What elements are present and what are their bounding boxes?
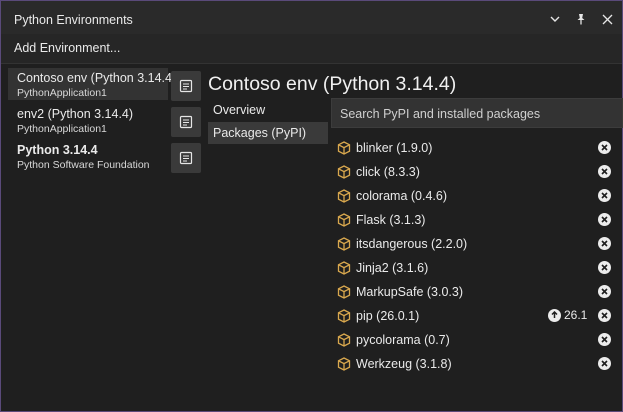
package-name: MarkupSafe (3.0.3) <box>356 285 463 299</box>
environment-overview-button[interactable] <box>171 71 201 101</box>
environment-item[interactable]: env2 (Python 3.14.4) PythonApplication1 <box>8 104 204 140</box>
package-name: Jinja2 (3.1.6) <box>356 261 429 275</box>
package-row[interactable]: MarkupSafe (3.0.3) <box>335 280 618 304</box>
remove-circle-icon[interactable] <box>598 213 611 226</box>
package-name: blinker (1.9.0) <box>356 141 433 155</box>
package-update-button[interactable]: 26.1 <box>548 308 587 322</box>
title-bar: Python Environments <box>1 1 622 34</box>
environment-item[interactable]: Contoso env (Python 3.14.4) PythonApplic… <box>8 68 204 104</box>
package-box-icon <box>337 141 351 155</box>
package-row[interactable]: Flask (3.1.3) <box>335 208 618 232</box>
environment-entry[interactable]: Contoso env (Python 3.14.4) PythonApplic… <box>8 68 177 100</box>
environment-overview-button[interactable] <box>171 143 201 173</box>
remove-circle-icon[interactable] <box>598 237 611 250</box>
chevron-down-icon[interactable] <box>548 12 562 26</box>
environment-item[interactable]: Python 3.14.4 Python Software Foundation <box>8 140 204 176</box>
package-box-icon <box>337 285 351 299</box>
package-box-icon <box>337 237 351 251</box>
remove-circle-icon[interactable] <box>598 141 611 154</box>
remove-circle-icon[interactable] <box>598 165 611 178</box>
pin-icon[interactable] <box>574 12 588 26</box>
package-name: pip (26.0.1) <box>356 309 420 323</box>
package-name: Werkzeug (3.1.8) <box>356 357 452 371</box>
package-name: itsdangerous (2.2.0) <box>356 237 468 251</box>
environment-source: PythonApplication1 <box>17 87 107 99</box>
package-box-icon <box>337 357 351 371</box>
package-box-icon <box>337 309 351 323</box>
tab-packages-pypi[interactable]: Packages (PyPI) <box>208 122 328 144</box>
environment-overview-button[interactable] <box>171 107 201 137</box>
add-environment-button[interactable]: Add Environment... <box>14 41 120 55</box>
environment-source: Python Software Foundation <box>17 159 150 171</box>
package-update-version: 26.1 <box>564 308 588 322</box>
remove-circle-icon[interactable] <box>598 285 611 298</box>
remove-circle-icon[interactable] <box>598 309 611 322</box>
package-name: pycolorama (0.7) <box>356 333 450 347</box>
remove-circle-icon[interactable] <box>598 261 611 274</box>
environment-entry[interactable]: env2 (Python 3.14.4) PythonApplication1 <box>8 104 168 136</box>
package-row[interactable]: blinker (1.9.0) <box>335 136 618 160</box>
environment-entry[interactable]: Python 3.14.4 Python Software Foundation <box>8 140 168 172</box>
close-icon[interactable] <box>600 12 614 26</box>
package-box-icon <box>337 261 351 275</box>
python-environments-window: Python Environments Add Environment... C… <box>0 0 623 412</box>
environment-source: PythonApplication1 <box>17 123 107 135</box>
package-box-icon <box>337 213 351 227</box>
environment-detail-title: Contoso env (Python 3.14.4) <box>208 73 457 95</box>
package-box-icon <box>337 165 351 179</box>
detail-tabs: Overview Packages (PyPI) <box>208 99 328 145</box>
package-name: click (8.3.3) <box>356 165 420 179</box>
overview-icon <box>179 115 193 129</box>
upgrade-arrow-icon <box>548 308 561 322</box>
title-bar-buttons <box>548 12 614 26</box>
package-row[interactable]: Jinja2 (3.1.6) <box>335 256 618 280</box>
package-list: blinker (1.9.0) click (8.3.3) colorama (0.… <box>335 136 618 376</box>
remove-circle-icon[interactable] <box>598 333 611 346</box>
package-search-input[interactable]: Search PyPI and installed packages <box>331 98 623 128</box>
overview-icon <box>179 79 193 93</box>
package-name: Flask (3.1.3) <box>356 213 426 227</box>
package-row[interactable]: pip (26.0.1) 26.1 <box>335 304 618 328</box>
package-box-icon <box>337 189 351 203</box>
package-row[interactable]: colorama (0.4.6) <box>335 184 618 208</box>
remove-circle-icon[interactable] <box>598 357 611 370</box>
package-box-icon <box>337 333 351 347</box>
package-name: colorama (0.4.6) <box>356 189 448 203</box>
environment-name: Contoso env (Python 3.14.4) <box>17 71 177 85</box>
package-row[interactable]: click (8.3.3) <box>335 160 618 184</box>
remove-circle-icon[interactable] <box>598 189 611 202</box>
tab-overview[interactable]: Overview <box>208 99 328 121</box>
package-row[interactable]: pycolorama (0.7) <box>335 328 618 352</box>
window-title: Python Environments <box>14 13 133 27</box>
toolbar: Add Environment... <box>1 34 622 64</box>
environment-list: Contoso env (Python 3.14.4) PythonApplic… <box>8 68 204 176</box>
environment-name: Python 3.14.4 <box>17 143 98 157</box>
overview-icon <box>179 151 193 165</box>
package-row[interactable]: itsdangerous (2.2.0) <box>335 232 618 256</box>
environment-name: env2 (Python 3.14.4) <box>17 107 134 121</box>
package-row[interactable]: Werkzeug (3.1.8) <box>335 352 618 376</box>
